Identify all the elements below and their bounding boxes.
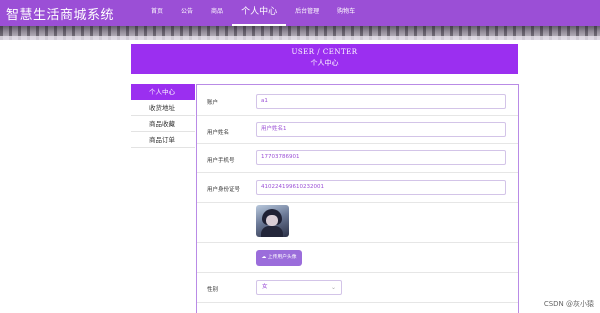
upload-avatar-button[interactable]: ☁ 上传用户头像 [256, 250, 302, 266]
gender-select[interactable]: 女 ⌄ [256, 280, 342, 295]
user-center-header: USER / CENTER 个人中心 [131, 44, 518, 74]
form-row-username: 用户姓名 用户姓名1 [197, 116, 518, 144]
main-nav: 首页 公告 商品 个人中心 后台管理 购物车 [142, 0, 364, 26]
side-menu: 个人中心 收货地址 商品收藏 商品订单 [131, 84, 195, 148]
phone-input[interactable]: 17703786901 [256, 150, 506, 165]
profile-form: 账户 a1 用户姓名 用户姓名1 用户手机号 17703786901 用户身份证… [196, 84, 519, 313]
form-row-upload: ☁ 上传用户头像 [197, 243, 518, 273]
cloud-upload-icon: ☁ [261, 255, 267, 260]
nav-home[interactable]: 首页 [142, 0, 172, 26]
form-row-avatar [197, 203, 518, 243]
upload-button-label: 上传用户头像 [267, 255, 297, 260]
form-row-id-card: 用户身份证号 410224199610232001 [197, 173, 518, 203]
header-title-cn: 个人中心 [310, 59, 339, 67]
gender-label: 性别 [207, 287, 219, 293]
nav-user-center[interactable]: 个人中心 [232, 0, 287, 26]
nav-cart[interactable]: 购物车 [328, 0, 364, 26]
gender-value: 女 [262, 284, 268, 290]
account-label: 账户 [207, 100, 219, 106]
watermark: CSDN @灰小猿 [543, 300, 594, 308]
chevron-down-icon: ⌄ [330, 284, 336, 291]
id-card-input[interactable]: 410224199610232001 [256, 180, 506, 195]
side-item-favorites[interactable]: 商品收藏 [131, 116, 195, 132]
id-card-label: 用户身份证号 [207, 187, 241, 193]
side-item-address[interactable]: 收货地址 [131, 100, 195, 116]
top-navbar: 智慧生活商城系统 首页 公告 商品 个人中心 后台管理 购物车 [0, 0, 600, 26]
form-row-gender: 性别 女 ⌄ [197, 273, 518, 303]
phone-label: 用户手机号 [207, 158, 235, 164]
avatar-image [256, 205, 289, 237]
header-title-en: USER / CENTER [291, 48, 358, 56]
form-row-account: 账户 a1 [197, 85, 518, 116]
banner-image [0, 26, 600, 40]
side-item-orders[interactable]: 商品订单 [131, 132, 195, 148]
account-input[interactable]: a1 [256, 94, 506, 109]
username-label: 用户姓名 [207, 130, 230, 136]
side-item-user-center[interactable]: 个人中心 [131, 84, 195, 100]
nav-admin[interactable]: 后台管理 [286, 0, 328, 26]
username-input[interactable]: 用户姓名1 [256, 122, 506, 137]
site-brand[interactable]: 智慧生活商城系统 [6, 4, 114, 23]
form-row-phone: 用户手机号 17703786901 [197, 144, 518, 173]
nav-notice[interactable]: 公告 [172, 0, 202, 26]
nav-goods[interactable]: 商品 [202, 0, 232, 26]
